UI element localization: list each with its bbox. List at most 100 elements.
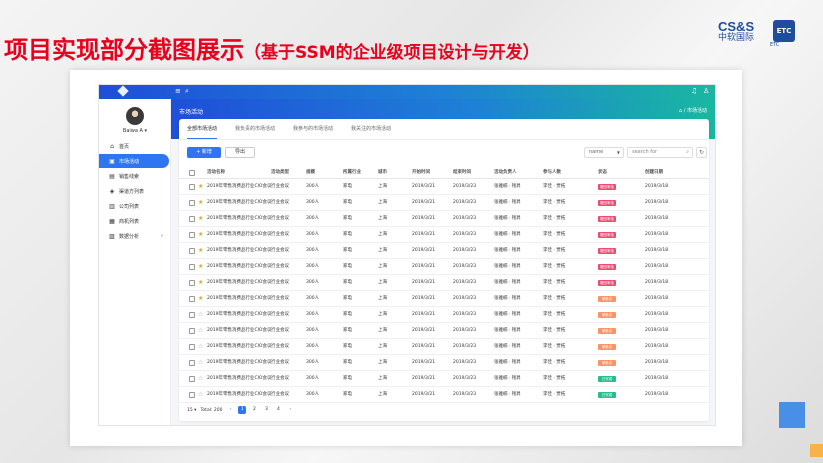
tab-item[interactable]: 我参与的市场活动 — [293, 119, 333, 139]
row-checkbox[interactable] — [189, 232, 195, 238]
select-all-checkbox[interactable] — [189, 170, 195, 176]
row-checkbox[interactable] — [189, 328, 195, 334]
table-row[interactable]: ★ 2019年零售消费品行业CIO会议 行业会议 300人 家电 上海 2019/3/21 2… — [179, 275, 709, 291]
table-row[interactable]: ★ 2019年零售消费品行业CIO会议 行业会议 300人 家电 上海 2019/3/21 2… — [179, 227, 709, 243]
row-checkbox[interactable] — [189, 312, 195, 318]
page-button[interactable]: 3 — [262, 406, 270, 414]
table-row[interactable]: ★ 2019年零售消费品行业CIO会议 行业会议 300人 家电 上海 2019/3/21 2… — [179, 243, 709, 259]
row-checkbox[interactable] — [189, 216, 195, 222]
sidebar-item[interactable]: ▦ 商机列表 — [99, 214, 171, 228]
breadcrumb[interactable]: ⌂ / 市场活动 — [679, 107, 707, 114]
row-checkbox[interactable] — [189, 376, 195, 382]
row-checkbox[interactable] — [189, 280, 195, 286]
sidebar-item[interactable]: ◈ 渠道方列表 — [99, 184, 171, 198]
table-row[interactable]: ☆ 2019年零售消费品行业CIO会议 行业会议 300人 家电 上海 2019/3/21 2… — [179, 339, 709, 355]
table-row[interactable]: ☆ 2019年零售消费品行业CIO会议 行业会议 300人 家电 上海 2019/3/21 2… — [179, 355, 709, 371]
cell-created: 2019/3/18 — [645, 360, 669, 365]
page-button[interactable]: 1 — [238, 406, 247, 414]
sidebar-item-icon: ▣ — [109, 157, 115, 165]
tab-item[interactable]: 全部市场活动 — [187, 119, 218, 139]
star-icon[interactable]: ☆ — [198, 371, 203, 387]
row-checkbox[interactable] — [189, 360, 195, 366]
sidebar-item[interactable]: ▨ 数据分析 › — [99, 229, 171, 243]
cell-people: 李佳 · 贾拓 — [543, 376, 566, 381]
sidebar-item-icon: ▤ — [109, 172, 115, 180]
table-row[interactable]: ☆ 2019年零售消费品行业CIO会议 行业会议 300人 家电 上海 2019/3/21 2… — [179, 323, 709, 339]
search-input[interactable]: search for ⌕ — [627, 147, 693, 158]
user-name[interactable]: Baiwa A ▾ — [99, 128, 171, 134]
row-checkbox[interactable] — [189, 200, 195, 206]
sidebar-item[interactable]: ▥ 公司列表 — [99, 199, 171, 213]
search-icon[interactable]: ⌕ — [185, 87, 189, 95]
star-icon[interactable]: ☆ — [198, 387, 203, 403]
sidebar-item[interactable]: ▤ 销售线索 — [99, 169, 171, 183]
cell-type: 行业会议 — [271, 216, 289, 221]
cell-name: 2019年零售消费品行业CIO会议 — [207, 328, 272, 333]
cell-start: 2019/3/21 — [412, 264, 436, 269]
star-icon[interactable]: ☆ — [198, 339, 203, 355]
table-row[interactable]: ★ 2019年零售消费品行业CIO会议 行业会议 300人 家电 上海 2019/3/21 2… — [179, 259, 709, 275]
star-icon[interactable]: ★ — [198, 243, 203, 259]
star-icon[interactable]: ★ — [198, 211, 203, 227]
chevron-down-icon: ▼ — [616, 150, 620, 155]
page-size-select[interactable]: 15 ▾ — [187, 408, 196, 413]
refresh-button[interactable]: ↻ — [696, 147, 707, 158]
cell-scale: 300人 — [306, 312, 320, 317]
table-row[interactable]: ☆ 2019年零售消费品行业CIO会议 行业会议 300人 家电 上海 2019/3/21 2… — [179, 307, 709, 323]
page-button[interactable]: 2 — [250, 406, 258, 414]
user-icon[interactable]: ♙ — [703, 87, 709, 95]
next-page-button[interactable]: › — [286, 406, 294, 414]
tab-item[interactable]: 我关注的市场活动 — [351, 119, 391, 139]
table-row[interactable]: ☆ 2019年零售消费品行业CIO会议 行业会议 300人 家电 上海 2019/3/21 2… — [179, 371, 709, 387]
tab-item[interactable]: 我负责的市场活动 — [235, 119, 275, 139]
field-select[interactable]: name ▼ — [584, 147, 624, 158]
cell-name: 2019年零售消费品行业CIO会议 — [207, 360, 272, 365]
cell-name: 2019年零售消费品行业CIO会议 — [207, 376, 272, 381]
avatar[interactable] — [126, 107, 144, 125]
status-badge: 撤回审批 — [598, 184, 616, 190]
cell-created: 2019/3/18 — [645, 344, 669, 349]
brand-diamond-icon — [117, 85, 129, 97]
cell-type: 行业会议 — [271, 360, 289, 365]
star-icon[interactable]: ☆ — [198, 355, 203, 371]
export-button[interactable]: 导出 — [225, 147, 255, 158]
row-checkbox[interactable] — [189, 264, 195, 270]
bell-icon[interactable]: ♫ — [691, 87, 697, 95]
table-row[interactable]: ★ 2019年零售消费品行业CIO会议 行业会议 300人 家电 上海 2019/3/21 2… — [179, 211, 709, 227]
star-icon[interactable]: ★ — [198, 291, 203, 307]
star-icon[interactable]: ☆ — [198, 323, 203, 339]
cell-industry: 家电 — [343, 328, 352, 333]
page-button[interactable]: 4 — [274, 406, 282, 414]
row-checkbox[interactable] — [189, 296, 195, 302]
row-checkbox[interactable] — [189, 248, 195, 254]
star-icon[interactable]: ★ — [198, 259, 203, 275]
sidebar-item[interactable]: ▣ 市场活动 — [99, 154, 169, 168]
sidebar-item[interactable]: ⌂ 首页 — [99, 139, 171, 153]
star-icon[interactable]: ★ — [198, 227, 203, 243]
cell-end: 2019/3/23 — [453, 264, 477, 269]
star-icon[interactable]: ★ — [198, 195, 203, 211]
cell-city: 上海 — [378, 360, 387, 365]
table-row[interactable]: ★ 2019年零售消费品行业CIO会议 行业会议 300人 家电 上海 2019/3/21 2… — [179, 291, 709, 307]
table-row[interactable]: ★ 2019年零售消费品行业CIO会议 行业会议 300人 家电 上海 2019/3/21 2… — [179, 195, 709, 211]
cell-industry: 家电 — [343, 296, 352, 301]
status-badge: 审批中 — [598, 344, 616, 350]
add-button[interactable]: + 新增 — [187, 147, 221, 158]
row-checkbox[interactable] — [189, 344, 195, 350]
cell-people: 李佳 · 贾拓 — [543, 312, 566, 317]
row-checkbox[interactable] — [189, 392, 195, 398]
menu-toggle-icon[interactable]: ≡ — [175, 87, 181, 95]
column-header: 规模 — [306, 170, 315, 175]
cell-industry: 家电 — [343, 264, 352, 269]
prev-page-button[interactable]: ‹ — [226, 406, 234, 414]
row-checkbox[interactable] — [189, 184, 195, 190]
star-icon[interactable]: ☆ — [198, 307, 203, 323]
table-row[interactable]: ★ 2019年零售消费品行业CIO会议 行业会议 300人 家电 上海 2019/3/21 2… — [179, 179, 709, 195]
cell-industry: 家电 — [343, 280, 352, 285]
sidebar-item-label: 渠道方列表 — [119, 188, 145, 195]
cell-owner: 张雅楠 · 钱昇 — [494, 232, 521, 237]
table-row[interactable]: ☆ 2019年零售消费品行业CIO会议 行业会议 300人 家电 上海 2019/3/21 2… — [179, 387, 709, 403]
star-icon[interactable]: ★ — [198, 179, 203, 195]
star-icon[interactable]: ★ — [198, 275, 203, 291]
search-icon[interactable]: ⌕ — [686, 148, 689, 157]
